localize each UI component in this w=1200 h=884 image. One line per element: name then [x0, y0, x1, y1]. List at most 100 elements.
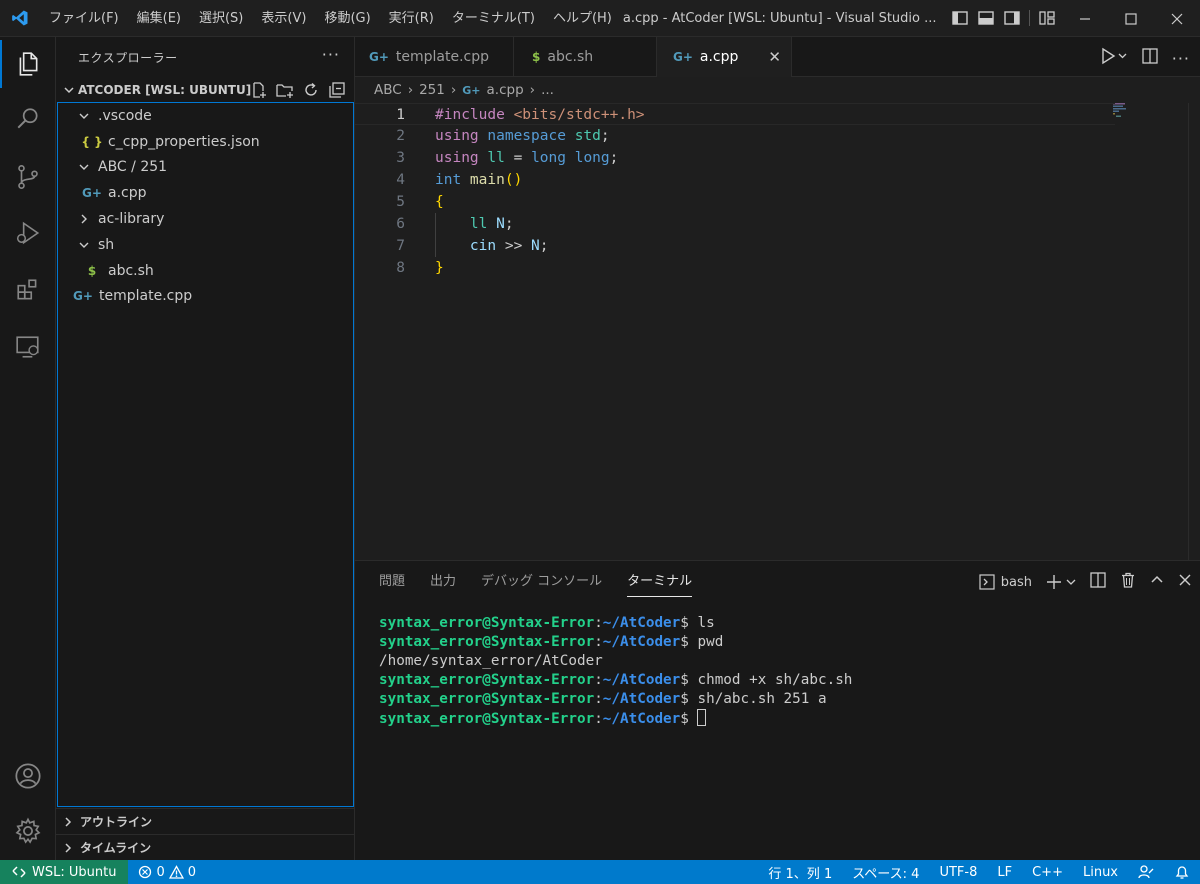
- breadcrumb-item[interactable]: ABC: [374, 82, 402, 98]
- timeline-label: タイムライン: [80, 841, 152, 855]
- prompt-user: syntax_error@Syntax-Error: [379, 711, 595, 727]
- terminal-output[interactable]: syntax_error@Syntax-Error:~/AtCoder$ ls s…: [379, 614, 852, 729]
- menu-item[interactable]: ターミナル(T): [443, 0, 544, 37]
- menu-item[interactable]: 実行(R): [380, 0, 443, 37]
- toggle-secondary-sidebar-icon[interactable]: [1003, 10, 1021, 26]
- run-code-dropdown-icon[interactable]: [1100, 47, 1128, 69]
- tab-abc-sh[interactable]: $ abc.sh: [514, 37, 657, 77]
- end-of-line[interactable]: LF: [987, 865, 1022, 880]
- indentation[interactable]: スペース: 4: [842, 863, 929, 882]
- menu-item[interactable]: ヘルプ(H): [544, 0, 621, 37]
- feedback-icon[interactable]: [1128, 864, 1164, 880]
- maximize-panel-chevron-up-icon[interactable]: [1150, 573, 1164, 591]
- language-mode[interactable]: C++: [1022, 865, 1073, 880]
- cursor-position[interactable]: 行 1、列 1: [758, 863, 842, 882]
- editor-more-icon[interactable]: ···: [1172, 49, 1190, 68]
- menu-item[interactable]: 表示(V): [252, 0, 315, 37]
- kill-terminal-trash-icon[interactable]: [1120, 572, 1136, 592]
- prompt-user: syntax_error@Syntax-Error: [379, 672, 595, 688]
- explorer-icon[interactable]: [0, 40, 56, 88]
- code-editor[interactable]: 1 #include <bits/stdc++.h> 2 using namespac…: [355, 103, 1200, 560]
- terminal-command: sh/abc.sh 251 a: [688, 691, 827, 707]
- split-editor-icon[interactable]: [1142, 48, 1158, 68]
- code-text: }: [435, 257, 444, 279]
- minimap[interactable]: [1113, 103, 1143, 117]
- warning-count: 0: [187, 864, 197, 880]
- code-line: 4 int main(): [355, 169, 1115, 191]
- code-token: cin: [469, 238, 497, 254]
- terminal-profile-bash[interactable]: bash: [979, 574, 1032, 590]
- encoding[interactable]: UTF-8: [929, 865, 987, 880]
- panel-tab[interactable]: デバッグ コンソール: [481, 561, 602, 603]
- tree-folder[interactable]: sh: [58, 232, 353, 258]
- panel-tab[interactable]: ターミナル: [627, 561, 693, 603]
- os-indicator[interactable]: Linux: [1073, 865, 1128, 880]
- terminal-line: syntax_error@Syntax-Error:~/AtCoder$ sh/…: [379, 690, 852, 709]
- code-token: =: [504, 150, 532, 166]
- problems-status[interactable]: 0 0: [128, 865, 206, 880]
- window-controls: [1062, 0, 1200, 37]
- new-folder-icon[interactable]: [276, 81, 294, 99]
- tab-template-cpp[interactable]: G+ template.cpp: [355, 37, 514, 77]
- code-text: using ll = long long;: [435, 147, 618, 169]
- breadcrumb-item[interactable]: ...: [541, 82, 554, 98]
- timeline-section[interactable]: タイムライン: [56, 834, 355, 860]
- outline-section[interactable]: アウトライン: [56, 808, 355, 834]
- toggle-panel-icon[interactable]: [977, 10, 995, 26]
- customize-layout-icon[interactable]: [1038, 10, 1056, 26]
- source-control-icon[interactable]: [0, 153, 56, 201]
- tab-label: template.cpp: [395, 49, 490, 65]
- notifications-bell-icon[interactable]: [1164, 864, 1200, 880]
- menu-item[interactable]: 選択(S): [190, 0, 252, 37]
- accounts-icon[interactable]: [0, 752, 56, 800]
- code-token: N: [531, 238, 540, 254]
- more-actions-icon[interactable]: ···: [322, 45, 340, 64]
- breadcrumb-item[interactable]: a.cpp: [487, 82, 524, 98]
- tab-a-cpp[interactable]: G+ a.cpp ✕: [657, 37, 792, 77]
- breadcrumb-item[interactable]: 251: [419, 82, 445, 98]
- menu-item[interactable]: 移動(G): [315, 0, 379, 37]
- close-tab-icon[interactable]: ✕: [768, 48, 781, 66]
- vscode-logo-icon[interactable]: [0, 0, 40, 37]
- tree-item-label: template.cpp: [99, 288, 193, 305]
- tree-folder[interactable]: ABC / 251: [58, 155, 353, 181]
- tree-file[interactable]: $ abc.sh: [58, 258, 353, 284]
- line-number: 1: [396, 107, 405, 123]
- collapse-all-icon[interactable]: [328, 81, 346, 99]
- menu-item[interactable]: ファイル(F): [40, 0, 128, 37]
- refresh-icon[interactable]: [302, 81, 320, 99]
- run-debug-icon[interactable]: [0, 209, 56, 257]
- editor-scrollbar[interactable]: [1188, 103, 1189, 560]
- chevron-down-icon: [76, 110, 92, 122]
- code-line: 6 ll N;: [355, 213, 1115, 235]
- new-file-icon[interactable]: [250, 81, 268, 99]
- line-number: 3: [396, 150, 405, 166]
- panel-tab[interactable]: 問題: [379, 561, 405, 603]
- terminal-line: syntax_error@Syntax-Error:~/AtCoder$ pwd: [379, 633, 852, 652]
- tree-file[interactable]: G+ template.cpp: [58, 284, 353, 310]
- menu-item[interactable]: 編集(E): [128, 0, 190, 37]
- toggle-primary-sidebar-icon[interactable]: [951, 10, 969, 26]
- remote-icon: [12, 866, 26, 878]
- tree-file[interactable]: G+ a.cpp: [58, 180, 353, 206]
- minimize-icon[interactable]: [1062, 0, 1108, 37]
- extensions-icon[interactable]: [0, 266, 56, 314]
- close-window-icon[interactable]: [1154, 0, 1200, 37]
- new-terminal-icon[interactable]: [1046, 574, 1076, 590]
- manage-gear-icon[interactable]: [0, 807, 56, 855]
- close-panel-icon[interactable]: [1178, 573, 1192, 591]
- remote-explorer-icon[interactable]: [0, 323, 56, 371]
- split-terminal-icon[interactable]: [1090, 572, 1106, 592]
- remote-indicator[interactable]: WSL: Ubuntu: [0, 860, 129, 884]
- workspace-header[interactable]: ATCODER [WSL: UBUNTU]: [56, 77, 354, 103]
- search-icon[interactable]: [0, 95, 56, 143]
- tree-folder[interactable]: ac-library: [58, 206, 353, 232]
- tree-file[interactable]: { } c_cpp_properties.json: [58, 129, 353, 155]
- code-token: ;: [609, 150, 619, 166]
- tree-item-label: sh: [98, 236, 115, 253]
- code-text: cin >> N;: [435, 235, 549, 257]
- panel-tab[interactable]: 出力: [430, 561, 456, 603]
- maximize-icon[interactable]: [1108, 0, 1154, 37]
- tree-folder[interactable]: .vscode: [58, 103, 353, 129]
- code-token: int: [435, 172, 470, 188]
